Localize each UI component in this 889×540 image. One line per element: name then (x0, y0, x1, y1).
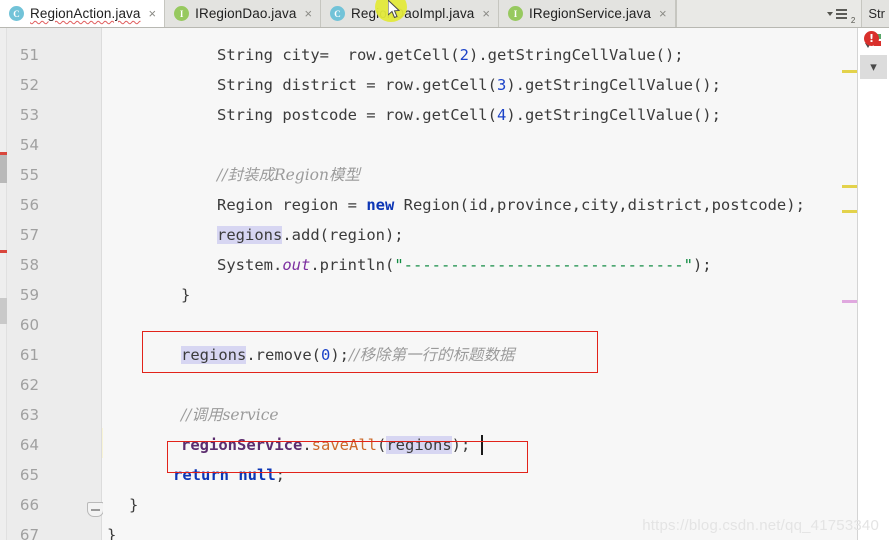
token-method-saveAll: saveAll (311, 436, 377, 454)
line-number: 57 (19, 226, 39, 244)
code-text-area[interactable]: String city= row.getCell(2).getStringCel… (103, 28, 841, 540)
token-number: 0 (320, 346, 331, 364)
token-keyword-return: return (173, 466, 229, 484)
tab-iregion-dao[interactable]: I IRegionDao.java × (165, 0, 322, 27)
line-number: 67 (19, 526, 39, 540)
token-variable-regions: regions (386, 436, 452, 454)
code-line-56: Region region = new Region(id,province,c… (217, 196, 805, 214)
error-stripe-marker-bar[interactable] (841, 28, 858, 540)
line-number: 63 (19, 406, 39, 424)
line-number: 59 (19, 286, 39, 304)
structure-view-badge: 2 (850, 16, 856, 25)
token-field-out: out (282, 256, 311, 274)
change-marker (0, 298, 7, 324)
tab-region-dao-impl[interactable]: C RegionDaoImpl.java × (321, 0, 500, 27)
chevron-down-icon[interactable] (826, 11, 833, 16)
token-comment: //封装成Region模型 (217, 166, 360, 184)
structure-view-icon[interactable] (835, 8, 848, 20)
code-line-59: } (181, 286, 191, 304)
code-line-55: //封装成Region模型 (103, 160, 841, 190)
tab-region-action[interactable]: C RegionAction.java × (0, 0, 166, 27)
tab-label: RegionAction.java (30, 6, 141, 21)
close-icon[interactable]: × (304, 7, 312, 20)
inspection-widget-column: ▾ (858, 28, 889, 540)
watermark-text: https://blog.csdn.net/qq_41753340 (642, 517, 879, 534)
line-number: 62 (19, 376, 39, 394)
token-number: 2 (459, 46, 469, 64)
editor-window: C RegionAction.java × I IRegionDao.java … (0, 0, 889, 540)
token-number: 3 (496, 76, 507, 94)
code-line-52: String district = row.getCell(3).getStri… (217, 76, 721, 94)
code-line-61: regions.remove(0);//移除第一行的标题数据 (181, 346, 515, 364)
code-line-65: return null; (173, 466, 286, 484)
line-number: 66 (19, 496, 39, 514)
mouse-cursor-icon (388, 0, 401, 19)
line-number: 51 (19, 46, 39, 64)
error-count-badge[interactable]: ! (864, 31, 879, 46)
line-number: 53 (19, 106, 39, 124)
editor-tab-bar: C RegionAction.java × I IRegionDao.java … (0, 0, 889, 28)
line-number: 61 (19, 346, 39, 364)
line-number: 64 (19, 436, 39, 454)
warning-marker[interactable] (842, 70, 857, 73)
close-icon[interactable]: × (659, 7, 667, 20)
line-number-gutter[interactable]: 51 52 53 54 55 56 57 58 59 60 61 62 63 6… (7, 28, 104, 540)
line-number: 65 (19, 466, 39, 484)
change-marker (0, 155, 7, 183)
interface-icon: I (174, 6, 190, 21)
structure-panel-label[interactable]: Str (861, 0, 889, 27)
line-number: 56 (19, 196, 39, 214)
token-number: 4 (496, 106, 507, 124)
collapse-chevron-icon[interactable]: ▾ (860, 55, 887, 79)
warning-marker[interactable] (842, 185, 857, 188)
text-caret (481, 435, 483, 455)
tab-label: IRegionDao.java (195, 6, 297, 21)
code-line-66: } (129, 496, 139, 514)
interface-icon: I (508, 6, 524, 21)
code-fold-icon[interactable] (87, 502, 104, 517)
token-variable-regions: regions (181, 346, 247, 364)
class-icon: C (330, 6, 346, 21)
code-line-57: regions.add(region); (217, 226, 404, 244)
token-comment: //移除第一行的标题数据 (349, 346, 515, 364)
warning-marker[interactable] (842, 210, 857, 213)
code-line-53: String postcode = row.getCell(4).getStri… (217, 106, 721, 124)
class-icon: C (9, 6, 24, 21)
close-icon[interactable]: × (482, 7, 490, 20)
token-comment: //调用service (181, 406, 279, 424)
change-marker-strip (0, 28, 7, 540)
line-number: 58 (19, 256, 39, 274)
line-number: 60 (19, 316, 39, 334)
close-icon[interactable]: × (149, 7, 157, 20)
token-keyword-null: null (238, 466, 276, 484)
tab-label: RegionDaoImpl.java (351, 6, 475, 21)
tab-bar-filler: 2 (675, 0, 862, 27)
code-editor[interactable]: 51 52 53 54 55 56 57 58 59 60 61 62 63 6… (0, 28, 889, 540)
code-line-58: System.out.println("--------------------… (217, 256, 712, 274)
tab-label: IRegionService.java (529, 6, 651, 21)
tab-iregion-service[interactable]: I IRegionService.java × (499, 0, 676, 27)
code-line-63: //调用service (103, 400, 841, 430)
change-marker (0, 250, 7, 253)
code-line-64: regionService.saveAll(regions); (181, 436, 471, 454)
info-marker[interactable] (842, 300, 857, 303)
line-number: 52 (19, 76, 39, 94)
token-identifier-regionService: regionService (181, 436, 303, 454)
line-number: 54 (19, 136, 39, 154)
token-keyword-new: new (366, 196, 395, 214)
token-string: "------------------------------" (394, 256, 693, 274)
token-variable-regions: regions (217, 226, 283, 244)
line-number: 55 (19, 166, 39, 184)
code-line-51: String city= row.getCell(2).getStringCel… (217, 46, 684, 64)
